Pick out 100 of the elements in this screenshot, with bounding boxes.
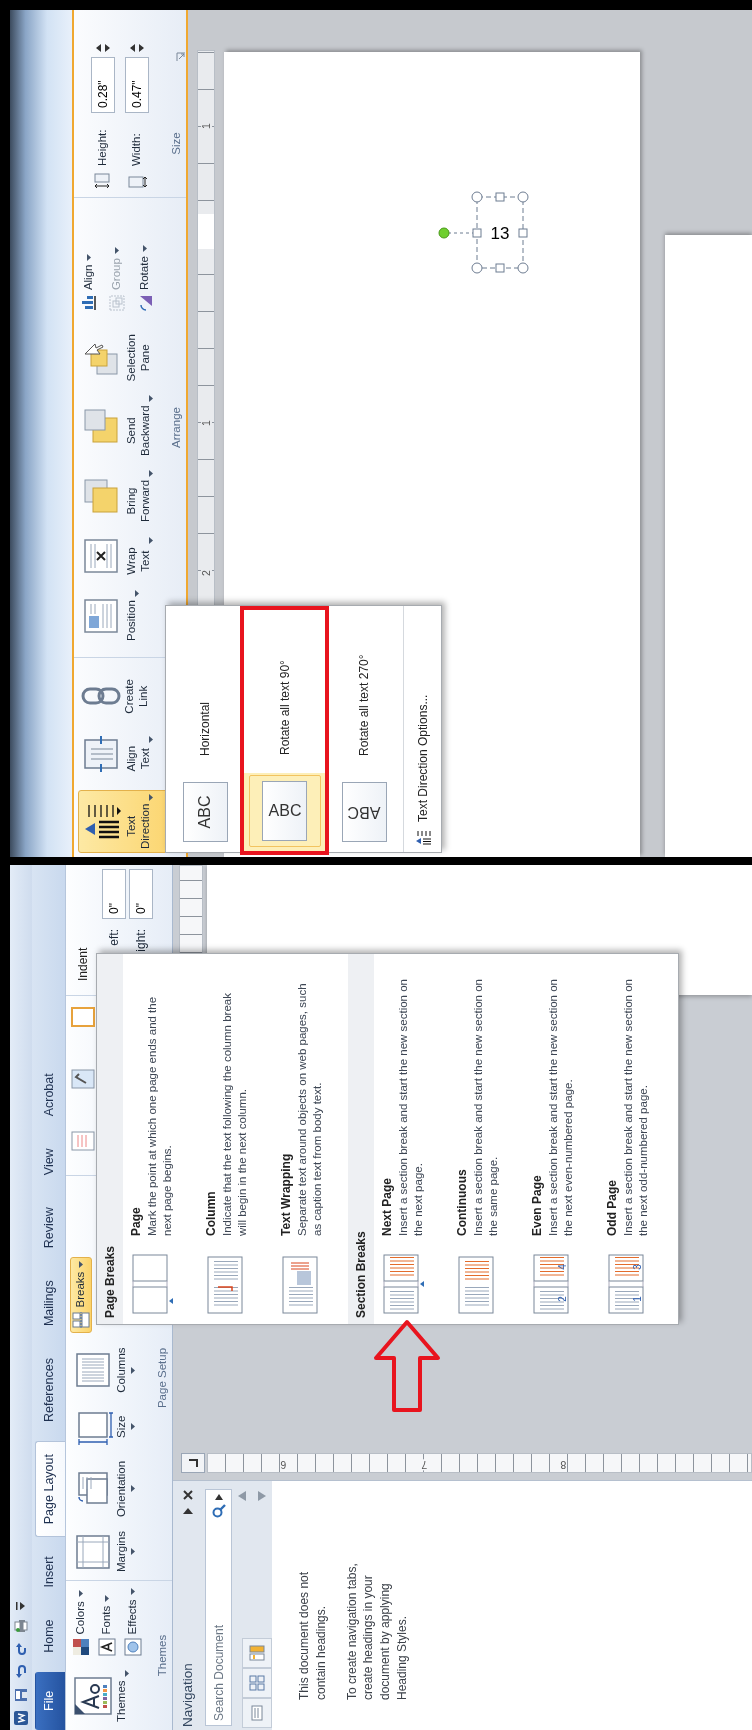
dropdown-arrow-icon[interactable]: [183, 1507, 193, 1515]
results-icon: [247, 1643, 267, 1663]
spinner-icon[interactable]: [95, 44, 111, 52]
close-icon[interactable]: [182, 1489, 194, 1501]
group-label: Indent: [75, 946, 91, 983]
ribbon-tab[interactable]: Page Layout: [35, 1441, 65, 1538]
menu-item[interactable]: 2 4 Even Page Insert a section break and start the new section on the next even-numbered page.: [524, 954, 599, 1324]
item-description: Indicate that the text following the column break will begin in the next column.: [219, 992, 250, 1236]
caret-icon: [130, 1366, 135, 1374]
ruler-number: 1: [201, 420, 212, 426]
menu-item[interactable]: Column Indicate that the text following the column break will begin in the next column.: [198, 954, 273, 1324]
menu-item[interactable]: 1 3 Odd Page Insert a section break and start the new section on the next odd-numbered page.: [599, 954, 674, 1324]
ribbon-button[interactable]: Bring Forward: [78, 465, 156, 527]
text-direction-icon: [414, 830, 431, 846]
ribbon-tab[interactable]: File: [35, 1671, 65, 1730]
ribbon-button[interactable]: Colors: [70, 1584, 92, 1661]
search-input[interactable]: Search Document: [209, 1522, 228, 1721]
ribbon-tab[interactable]: References: [35, 1345, 65, 1436]
ruler-number: 1: [201, 123, 212, 129]
caret-icon: [79, 1260, 83, 1268]
ribbon-button[interactable]: Margins: [70, 1527, 138, 1576]
ribbon-tab[interactable]: View: [35, 1135, 65, 1189]
item-title: Next Page: [380, 1176, 395, 1236]
themes-icon: [73, 1676, 113, 1717]
results-tab[interactable]: [242, 1638, 272, 1668]
document-pages-icon: [132, 1254, 173, 1314]
document-pages-icon: [207, 1256, 243, 1314]
page-number: 3: [632, 1264, 643, 1270]
ribbon-button[interactable]: Selection Pane: [78, 330, 156, 386]
field-label: ight:: [132, 929, 149, 952]
page-icon[interactable]: [70, 1067, 96, 1091]
ribbon-button[interactable]: Wrap Text: [78, 532, 156, 581]
ribbon-tab[interactable]: Acrobat: [35, 1060, 65, 1130]
text-box-content: 13: [490, 223, 510, 243]
caret-icon: [115, 247, 119, 255]
page-number: 1: [632, 1296, 643, 1302]
ribbon-button[interactable]: Size: [70, 1402, 138, 1451]
dropdown-arrow-icon[interactable]: [214, 1494, 223, 1500]
tab-stop-icon: [188, 1458, 198, 1468]
selection-frame[interactable]: [438, 191, 529, 274]
breaks-icon: [72, 1311, 90, 1330]
item-title: Text Wrapping: [279, 1152, 294, 1236]
dialog-launcher-icon[interactable]: [176, 52, 186, 63]
caret-icon: [130, 1548, 135, 1556]
item-description: Insert a section break and start the new section on the same page.: [470, 978, 501, 1236]
preview-thumbnail: ABC: [262, 781, 308, 841]
pane-title: Navigation: [178, 1662, 196, 1727]
field-label: Height:: [95, 128, 110, 166]
size-field[interactable]: 0.28": [91, 57, 115, 113]
size-field[interactable]: 0.47": [125, 57, 149, 113]
group-label: Size: [170, 132, 184, 155]
page-number: 2: [557, 1296, 568, 1302]
height-icon: [93, 171, 113, 189]
indent-field[interactable]: 0": [128, 869, 153, 919]
menu-item[interactable]: Text Wrapping Separate text around objects on web pages, such as caption text from body text.: [273, 954, 348, 1324]
ruler-number: 7: [421, 1459, 428, 1471]
caret-icon: [131, 1588, 135, 1596]
menu-item[interactable]: Continuous Insert a section break and start the new section on the same page.: [449, 954, 524, 1324]
group-label: Themes: [156, 1634, 170, 1677]
menu-item[interactable]: Next Page Insert a section break and start the new section on the next page.: [374, 954, 449, 1324]
menu-heading: Section Breaks: [348, 954, 374, 1324]
menu-item[interactable]: ABC Rotate all text 270°: [325, 606, 404, 852]
menu-item[interactable]: Text Direction Options...: [403, 606, 441, 852]
undo-icon[interactable]: [13, 1664, 29, 1680]
item-description: Mark the point at which one page ends and the next page begins.: [144, 995, 175, 1236]
ribbon-button[interactable]: Breaks: [70, 1256, 92, 1334]
customize-icon[interactable]: [15, 1601, 27, 1611]
themes-button[interactable]: Themes: [70, 1666, 132, 1726]
caret-icon: [105, 1594, 109, 1602]
save-icon[interactable]: [13, 1687, 29, 1703]
spinner-icon[interactable]: [129, 44, 145, 52]
ribbon-button[interactable]: Position: [78, 586, 142, 645]
preview-thumbnail: ABC: [341, 782, 387, 842]
redo-icon[interactable]: [13, 1641, 29, 1657]
search-icon[interactable]: [211, 1504, 226, 1518]
ribbon-button[interactable]: Orientation: [70, 1456, 138, 1522]
document-pages-icon: [533, 1254, 569, 1314]
document-pages-icon: [458, 1256, 494, 1314]
ribbon-button[interactable]: Send Backward: [78, 391, 156, 460]
ribbon-button[interactable]: Fonts: [96, 1584, 118, 1661]
grid-icon: [247, 1673, 267, 1693]
indent-field[interactable]: 0": [101, 869, 126, 919]
ribbon-button[interactable]: Effects: [122, 1584, 144, 1661]
item-title: Column: [204, 1190, 219, 1236]
ribbon-button[interactable]: Columns: [70, 1343, 138, 1397]
link-icon: [81, 687, 121, 706]
printer-icon[interactable]: [13, 1618, 29, 1634]
tab-selector[interactable]: [181, 1453, 205, 1473]
ribbon-button[interactable]: Align: [78, 241, 100, 317]
search-box[interactable]: Search Document: [205, 1489, 232, 1726]
ruler-number: 8: [560, 1459, 567, 1471]
menu-item[interactable]: Page Mark the point at which one page ends and the next page begins.: [123, 954, 198, 1324]
ribbon-tab[interactable]: Mailings: [35, 1267, 65, 1340]
preview-thumbnail: ABC: [182, 782, 228, 842]
ribbon-tab[interactable]: Review: [35, 1194, 65, 1262]
ribbon-button[interactable]: Rotate: [134, 241, 156, 317]
ribbon-tab[interactable]: Insert: [35, 1543, 65, 1601]
item-description: Insert a section break and start the new section on the next odd-numbered page.: [620, 978, 651, 1236]
ribbon-tab[interactable]: Home: [35, 1606, 65, 1666]
page-number: 4: [557, 1264, 568, 1270]
